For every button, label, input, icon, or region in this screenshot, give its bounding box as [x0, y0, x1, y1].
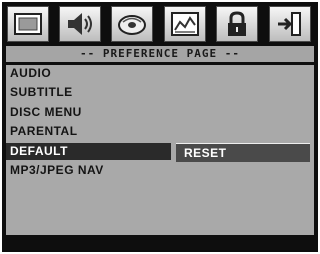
page-title: -- PREFERENCE PAGE -- — [79, 47, 241, 60]
lock-icon — [228, 11, 246, 36]
menu-item-default[interactable]: DEFAULT — [6, 143, 171, 160]
menu-item-parental[interactable]: PARENTAL — [10, 123, 78, 140]
menu-item-audio[interactable]: AUDIO — [10, 65, 51, 82]
preference-icon — [171, 12, 199, 36]
exit-icon — [278, 12, 301, 36]
tab-exit[interactable] — [269, 6, 311, 42]
menu-item-mp3-jpeg-nav[interactable]: MP3/JPEG NAV — [10, 162, 104, 179]
general-setup-icon — [14, 13, 42, 35]
tab-preference[interactable] — [164, 6, 206, 42]
osd-screen: -- PREFERENCE PAGE -- AUDIO SUBTITLE DIS… — [2, 2, 318, 252]
tab-password[interactable] — [216, 6, 258, 42]
speaker-setup-icon — [68, 13, 92, 35]
preference-menu: AUDIO SUBTITLE DISC MENU PARENTAL DEFAUL… — [6, 65, 314, 235]
disc-setup-icon — [118, 15, 146, 35]
tab-disc-setup[interactable] — [111, 6, 153, 42]
menu-item-disc-menu[interactable]: DISC MENU — [10, 104, 82, 121]
page-title-bar: -- PREFERENCE PAGE -- — [6, 46, 314, 62]
reset-option-label: RESET — [184, 146, 227, 160]
reset-option[interactable]: RESET — [176, 143, 310, 162]
tab-general-setup[interactable] — [7, 6, 49, 42]
tab-speaker-setup[interactable] — [59, 6, 101, 42]
menu-item-subtitle[interactable]: SUBTITLE — [10, 84, 73, 101]
setup-tab-bar — [6, 6, 314, 44]
